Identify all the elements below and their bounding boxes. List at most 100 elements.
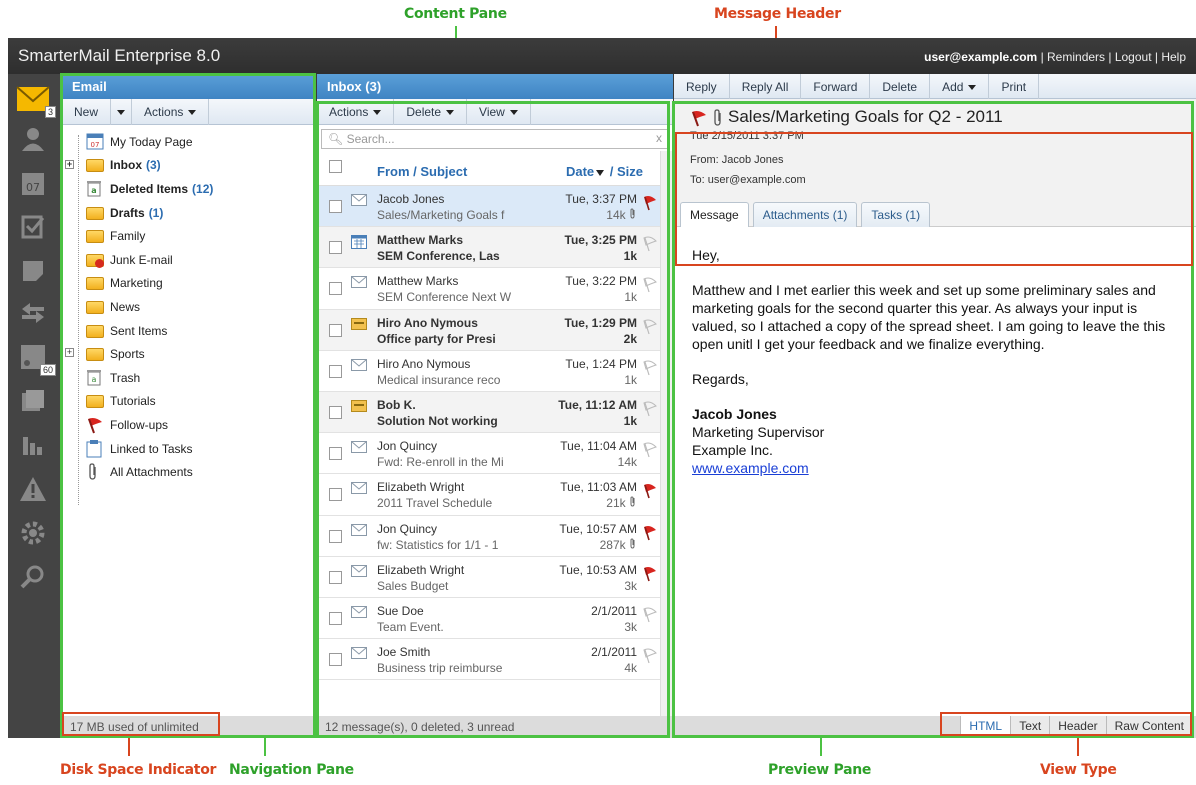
message-checkbox[interactable] (329, 405, 342, 419)
flag-outline-icon[interactable] (643, 442, 657, 458)
files-icon[interactable] (16, 384, 50, 418)
message-checkbox[interactable] (329, 488, 342, 502)
view-text[interactable]: Text (1010, 716, 1050, 738)
flag-outline-icon[interactable] (643, 401, 657, 417)
folder-drafts[interactable]: Drafts (1) (62, 201, 314, 225)
sort-date-size[interactable]: Date / Size (566, 164, 643, 179)
flag-icon[interactable] (643, 195, 657, 211)
message-row[interactable]: Jacob Jones Sales/Marketing Goals f Tue, 3… (317, 186, 673, 228)
new-dropdown-button[interactable] (111, 99, 133, 125)
message-row[interactable]: Jon Quincy fw: Statistics for 1/1 - 1 Tue,… (317, 515, 673, 557)
flag-outline-icon[interactable] (643, 648, 657, 664)
message-row[interactable]: Matthew Marks SEM Conference Next W Tue, 3… (317, 268, 673, 310)
message-checkbox[interactable] (329, 200, 342, 213)
nav-toolbar: New Actions (62, 99, 314, 125)
message-checkbox[interactable] (329, 570, 342, 584)
flag-outline-icon[interactable] (643, 236, 657, 252)
message-checkbox[interactable] (329, 529, 342, 543)
message-checkbox[interactable] (329, 241, 342, 255)
message-row[interactable]: Bob K. Solution Not working Tue, 11:12 AM 1… (317, 391, 673, 434)
message-checkbox[interactable] (329, 653, 342, 667)
forward-button[interactable]: Forward (801, 74, 871, 100)
message-from: Sue Doe (377, 603, 424, 618)
contacts-icon[interactable] (16, 122, 50, 156)
message-checkbox[interactable] (329, 364, 342, 378)
folder-junk-email[interactable]: Junk E-mail (62, 248, 314, 272)
folder-follow-ups[interactable]: Follow-ups (62, 413, 314, 437)
flag-outline-icon[interactable] (643, 607, 657, 623)
search-input[interactable]: 🔍︎ Search... x (321, 129, 669, 149)
expand-icon[interactable]: + (65, 348, 74, 358)
reports-icon[interactable] (16, 428, 50, 462)
user-email[interactable]: user@example.com (924, 50, 1037, 64)
reply-all-button[interactable]: Reply All (730, 74, 802, 100)
message-row[interactable]: Elizabeth Wright 2011 Travel Schedule Tue,… (317, 474, 673, 516)
message-row[interactable]: Hiro Ano Nymous Medical insurance reco Tue… (317, 350, 673, 392)
message-checkbox[interactable] (329, 611, 342, 625)
search-icon[interactable] (16, 560, 50, 594)
tab-message[interactable]: Message (680, 202, 749, 227)
folder-marketing[interactable]: Marketing (62, 272, 314, 296)
content-view-button[interactable]: View (467, 99, 531, 125)
message-tabs: Message Attachments (1) Tasks (1) (680, 202, 934, 227)
clear-search-button[interactable]: x (656, 131, 662, 145)
select-all-checkbox[interactable] (329, 160, 342, 173)
folder-linked-to-tasks[interactable]: Linked to Tasks (62, 437, 314, 461)
folder-deleted-items[interactable]: a Deleted Items (12) (62, 177, 314, 201)
view-header[interactable]: Header (1049, 716, 1106, 738)
tab-attachments[interactable]: Attachments (1) (752, 202, 858, 227)
sync-icon[interactable] (16, 296, 50, 330)
folder-all-attachments[interactable]: All Attachments (62, 460, 314, 484)
tab-tasks[interactable]: Tasks (1) (861, 202, 931, 227)
message-row[interactable]: Hiro Ano Nymous Office party for Presi Tue… (317, 309, 673, 351)
folder-family[interactable]: Family (62, 224, 314, 248)
folder-sports[interactable]: + Sports (62, 342, 314, 366)
folder-my-today-page[interactable]: 07 My Today Page (62, 130, 314, 154)
folder-trash[interactable]: a Trash (62, 366, 314, 390)
message-row[interactable]: Matthew Marks SEM Conference, Las Tue, 3:2… (317, 227, 673, 269)
folder-news[interactable]: News (62, 295, 314, 319)
folder-inbox[interactable]: + Inbox (3) (62, 154, 314, 178)
reply-button[interactable]: Reply (674, 74, 730, 100)
notes-icon[interactable] (16, 254, 50, 288)
message-list-scrollbar[interactable] (660, 151, 673, 716)
flag-icon[interactable] (643, 566, 657, 582)
rss-icon[interactable]: 60 (16, 340, 56, 376)
message-checkbox[interactable] (329, 447, 342, 461)
calendar-icon[interactable]: 07 (16, 166, 50, 200)
flag-icon[interactable] (643, 525, 657, 541)
top-links-text[interactable]: | Reminders | Logout | Help (1037, 50, 1186, 64)
content-actions-button[interactable]: Actions (317, 99, 395, 125)
folder-tutorials[interactable]: Tutorials (62, 390, 314, 414)
message-checkbox[interactable] (329, 282, 342, 296)
tasks-icon[interactable] (16, 210, 50, 244)
expand-icon[interactable]: + (65, 159, 74, 169)
email-icon[interactable]: 3 (16, 82, 56, 118)
inbox-folder-icon (86, 156, 106, 174)
message-row[interactable]: Joe Smith Business trip reimburse 2/1/2011… (317, 639, 673, 681)
alert-icon[interactable] (16, 472, 50, 506)
flag-outline-icon[interactable] (643, 360, 657, 376)
disk-space-indicator: 17 MB used of unlimited (62, 716, 314, 738)
view-html[interactable]: HTML (960, 716, 1011, 738)
new-button[interactable]: New (62, 99, 112, 125)
add-button[interactable]: Add (930, 74, 990, 100)
envelope-icon (351, 358, 367, 371)
message-row[interactable]: Jon Quincy Fwd: Re-enroll in the Mi Tue, 1… (317, 433, 673, 475)
message-row[interactable]: Sue Doe Team Event. 2/1/2011 3k (317, 597, 673, 640)
settings-gear-icon[interactable] (16, 516, 50, 550)
flag-outline-icon[interactable] (643, 319, 657, 335)
flag-icon[interactable] (643, 483, 657, 499)
delete-button[interactable]: Delete (870, 74, 931, 100)
folder-sent-items[interactable]: Sent Items (62, 319, 314, 343)
message-row[interactable]: Elizabeth Wright Sales Budget Tue, 10:53 A… (317, 556, 673, 598)
content-delete-button[interactable]: Delete (394, 99, 468, 125)
sort-from-subject[interactable]: From / Subject (377, 164, 467, 179)
chevron-down-icon (373, 110, 382, 116)
print-button[interactable]: Print (989, 74, 1040, 100)
signature-link[interactable]: www.example.com (692, 460, 809, 476)
nav-actions-button[interactable]: Actions (132, 99, 210, 125)
message-checkbox[interactable] (329, 323, 342, 337)
view-raw-content[interactable]: Raw Content (1105, 716, 1192, 738)
flag-outline-icon[interactable] (643, 277, 657, 293)
